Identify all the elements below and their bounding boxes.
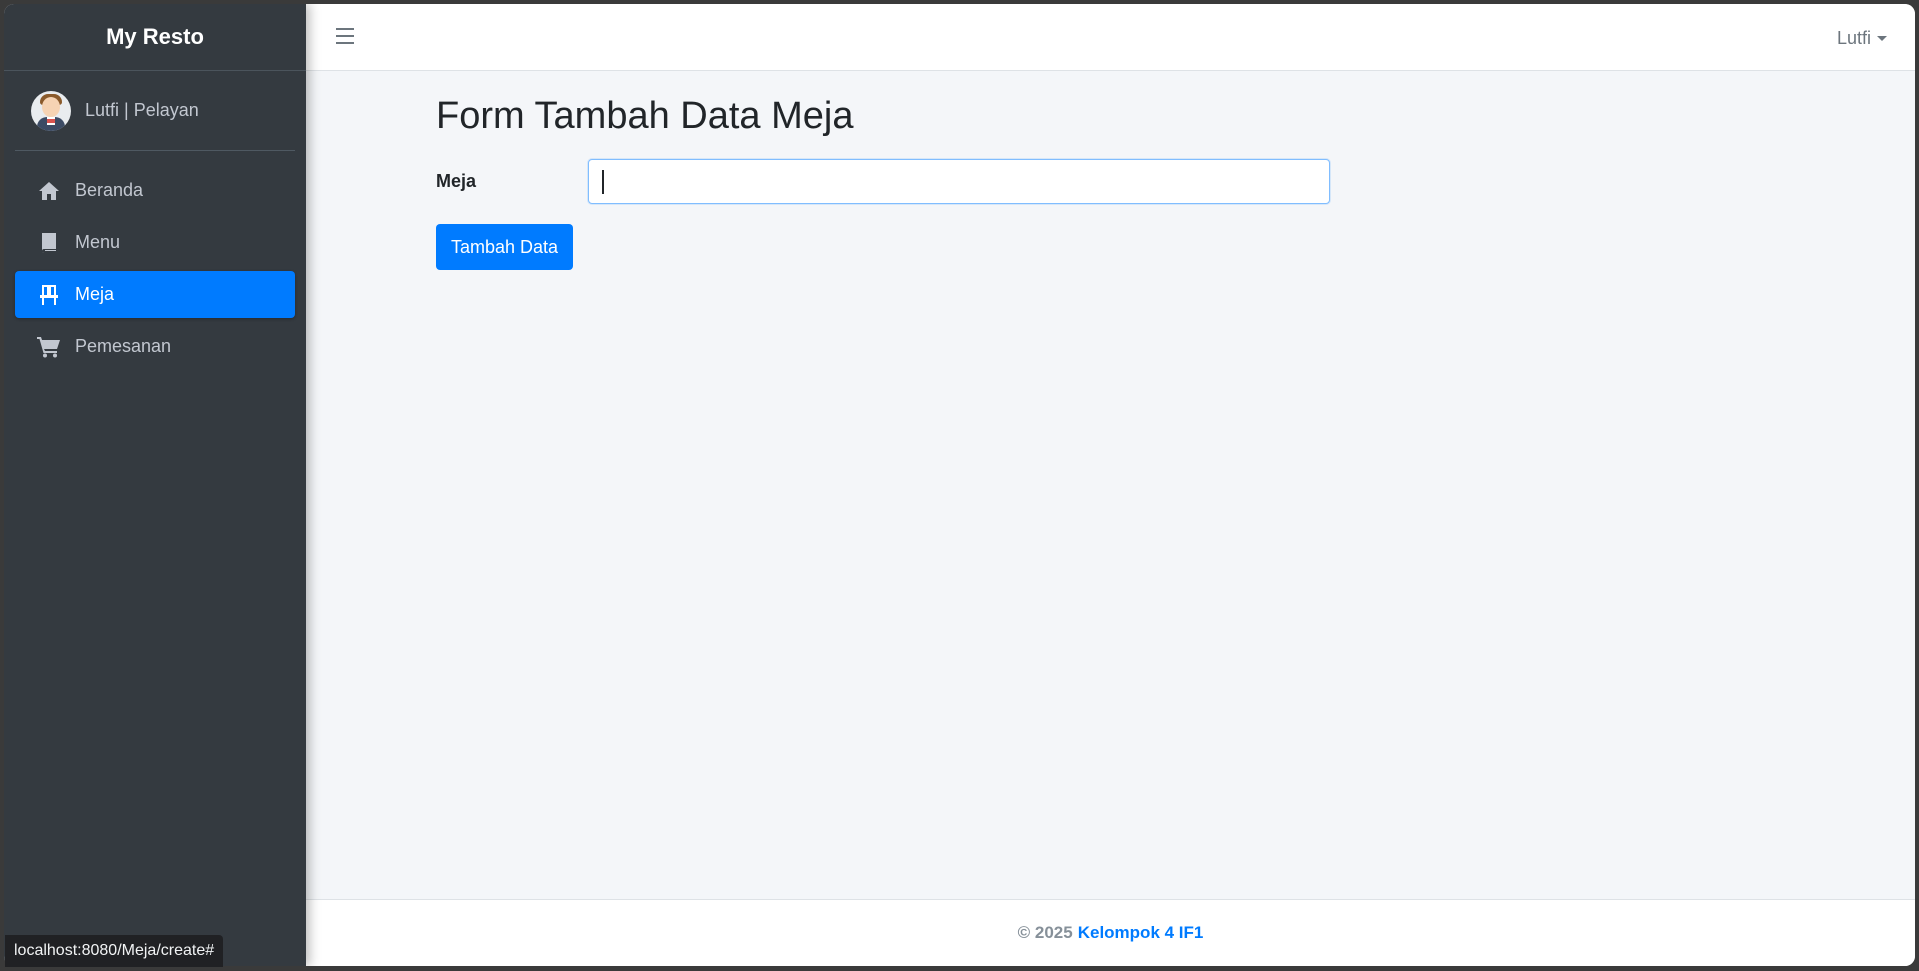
sidebar: My Resto Lutfi | Pelayan Beranda Menu Me… xyxy=(4,4,306,966)
hamburger-menu-icon[interactable] xyxy=(336,28,354,44)
sidebar-nav: Beranda Menu Meja Pemesanan xyxy=(4,151,306,391)
chair-icon xyxy=(37,284,61,306)
user-avatar xyxy=(31,90,71,131)
footer-copyright: © 2025 xyxy=(1017,923,1073,942)
sidebar-item-label: Pemesanan xyxy=(75,336,172,356)
user-panel-name[interactable]: Lutfi | Pelayan xyxy=(85,100,199,121)
sidebar-item-label: Meja xyxy=(75,284,115,304)
sidebar-item-pemesanan[interactable]: Pemesanan xyxy=(15,323,295,370)
sidebar-item-label: Menu xyxy=(75,232,121,252)
meja-input[interactable] xyxy=(588,159,1330,204)
user-dropdown[interactable]: Lutfi xyxy=(1837,28,1887,49)
footer-link[interactable]: Kelompok 4 IF1 xyxy=(1078,923,1204,943)
text-cursor xyxy=(602,170,604,194)
book-icon xyxy=(37,232,61,254)
sidebar-item-label: Beranda xyxy=(75,180,144,200)
sidebar-item-menu[interactable]: Menu xyxy=(15,219,295,266)
footer: © 2025 Kelompok 4 IF1 xyxy=(306,899,1915,966)
caret-down-icon xyxy=(1877,36,1887,41)
brand-text: My Resto xyxy=(106,24,204,49)
status-url-tooltip: localhost:8080/Meja/create# xyxy=(5,935,224,967)
home-icon xyxy=(37,180,61,202)
user-panel: Lutfi | Pelayan xyxy=(15,71,295,151)
user-dropdown-label: Lutfi xyxy=(1836,28,1871,48)
cart-icon xyxy=(37,336,61,358)
main-content: Form Tambah Data Meja Meja Tambah Data xyxy=(306,71,1915,899)
meja-field-label: Meja xyxy=(436,171,477,191)
page-title: Form Tambah Data Meja xyxy=(436,95,854,137)
brand-link[interactable]: My Resto xyxy=(4,4,306,71)
sidebar-item-beranda[interactable]: Beranda xyxy=(15,167,295,214)
sidebar-item-meja[interactable]: Meja xyxy=(15,271,295,318)
browser-window: My Resto Lutfi | Pelayan Beranda Menu Me… xyxy=(4,4,1915,966)
top-navbar: Lutfi xyxy=(306,4,1915,71)
tambah-data-button[interactable]: Tambah Data xyxy=(436,224,573,270)
